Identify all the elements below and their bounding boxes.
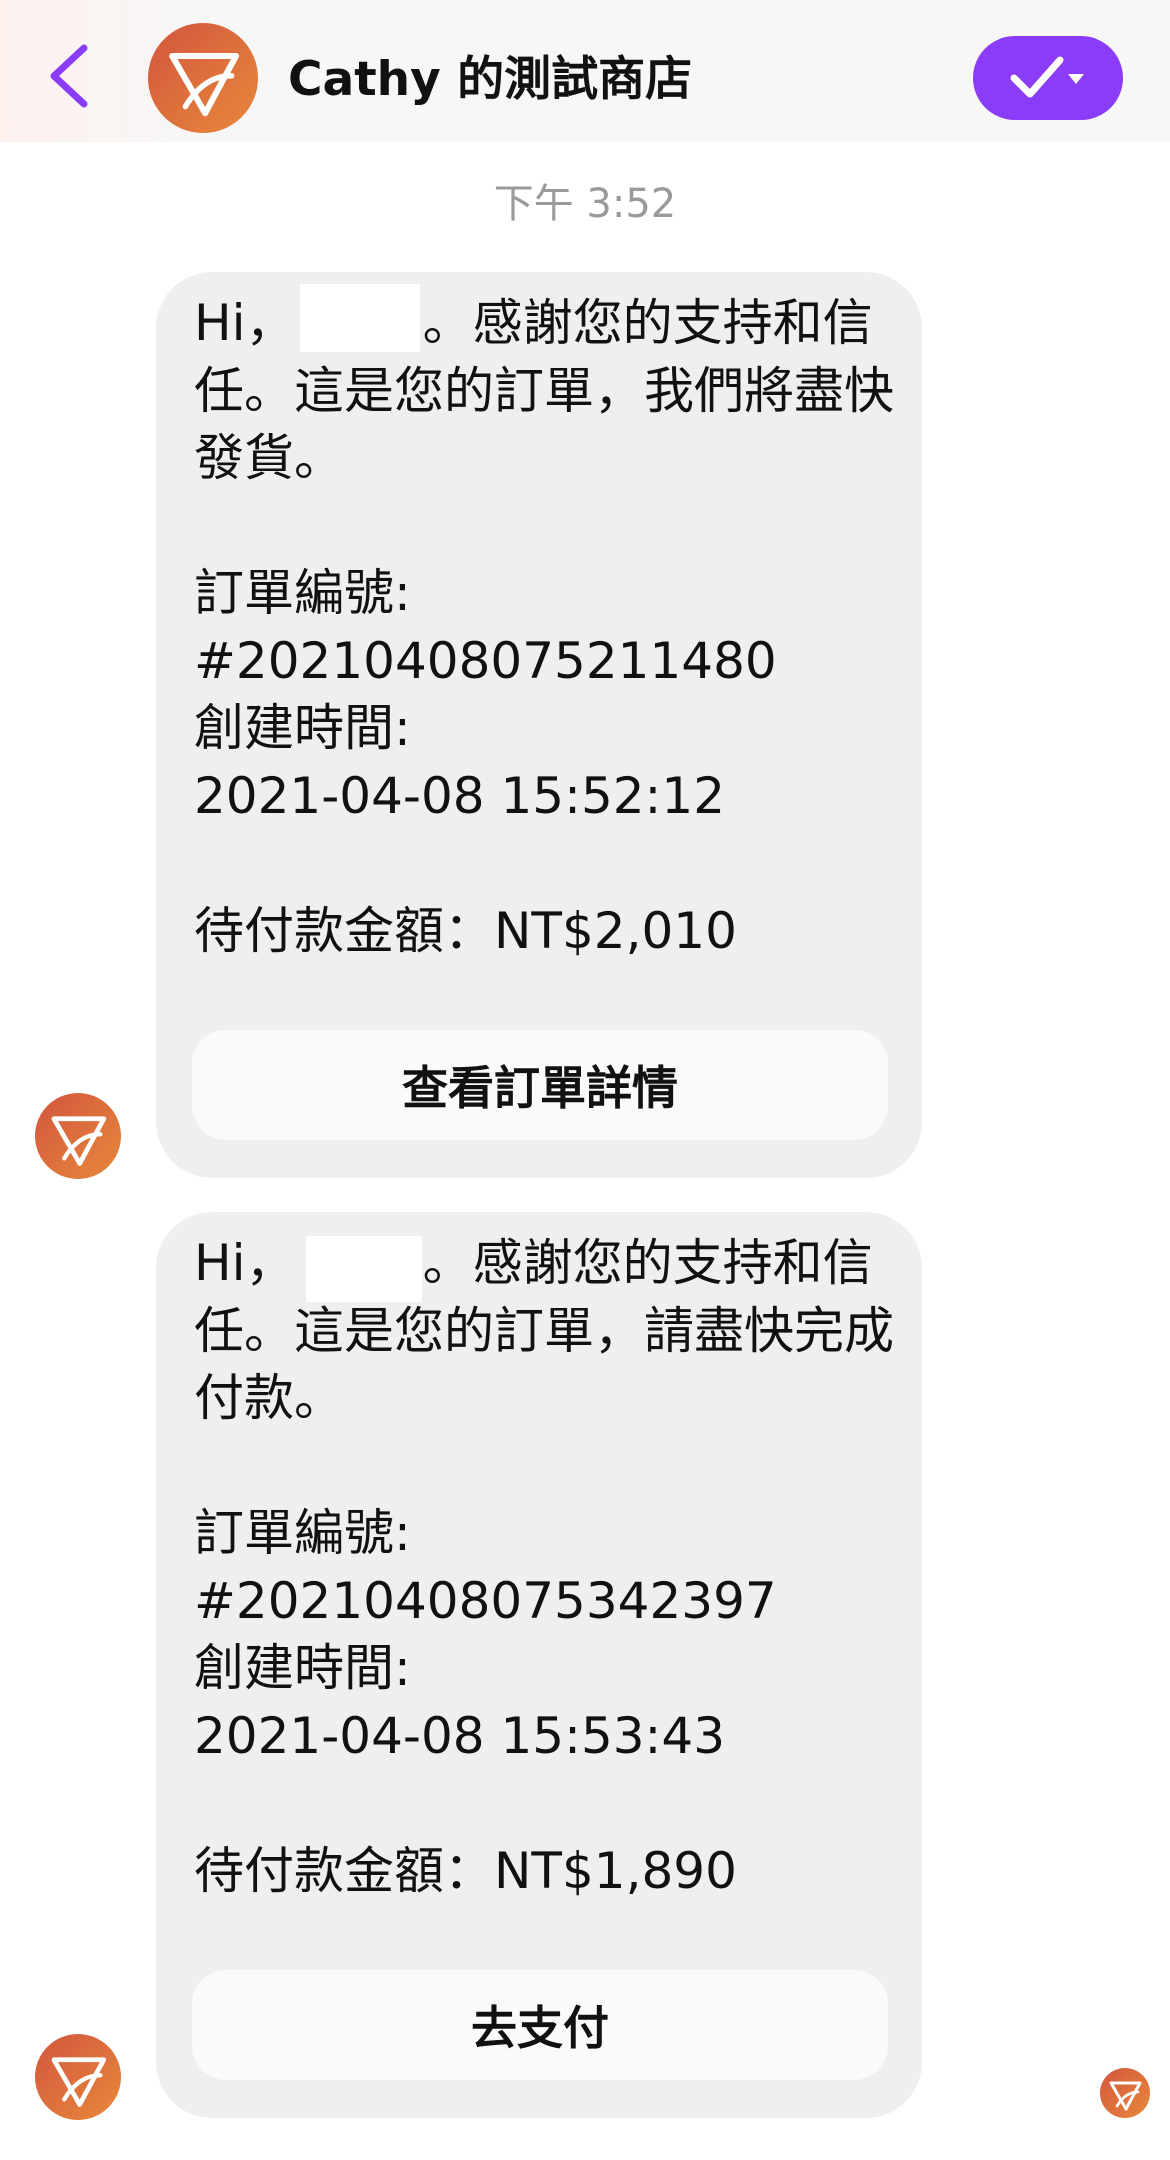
redacted-name-block [300,284,420,352]
shop-avatar-icon[interactable] [35,1093,121,1179]
message-timestamp: 下午 3:52 [493,181,677,227]
order-message-text: Hi， 。感謝您的支持和信任。這是您的訂單，我們將盡快發貨。 訂單編號: #20… [194,294,894,960]
chat-screen: Cathy 的測試商店 下午 3:52 Hi， 。感謝您的支持和信任。這是您的訂… [0,0,1170,2160]
payment-message-bubble: Hi， 。感謝您的支持和信任。這是您的訂單，請盡快完成付款。 訂單編號: #20… [156,1212,922,2118]
chevron-left-icon [50,44,88,108]
go-pay-button[interactable]: 去支付 [192,1970,888,2080]
order-status-button[interactable] [973,36,1123,120]
shop-logo-icon[interactable] [148,23,258,133]
payment-message-text: Hi， 。感謝您的支持和信任。這是您的訂單，請盡快完成付款。 訂單編號: #20… [194,1234,894,1900]
check-with-dropdown-icon [1010,56,1084,98]
view-order-details-button[interactable]: 查看訂單詳情 [192,1030,888,1140]
chat-header: Cathy 的測試商店 [0,0,1170,142]
shop-name-title[interactable]: Cathy 的測試商店 [288,48,692,112]
redacted-name-block [306,1236,422,1302]
back-button[interactable] [44,40,96,112]
shop-avatar-icon[interactable] [35,2034,121,2120]
read-receipt-avatar-icon [1100,2068,1150,2118]
order-message-bubble: Hi， 。感謝您的支持和信任。這是您的訂單，我們將盡快發貨。 訂單編號: #20… [156,272,922,1178]
